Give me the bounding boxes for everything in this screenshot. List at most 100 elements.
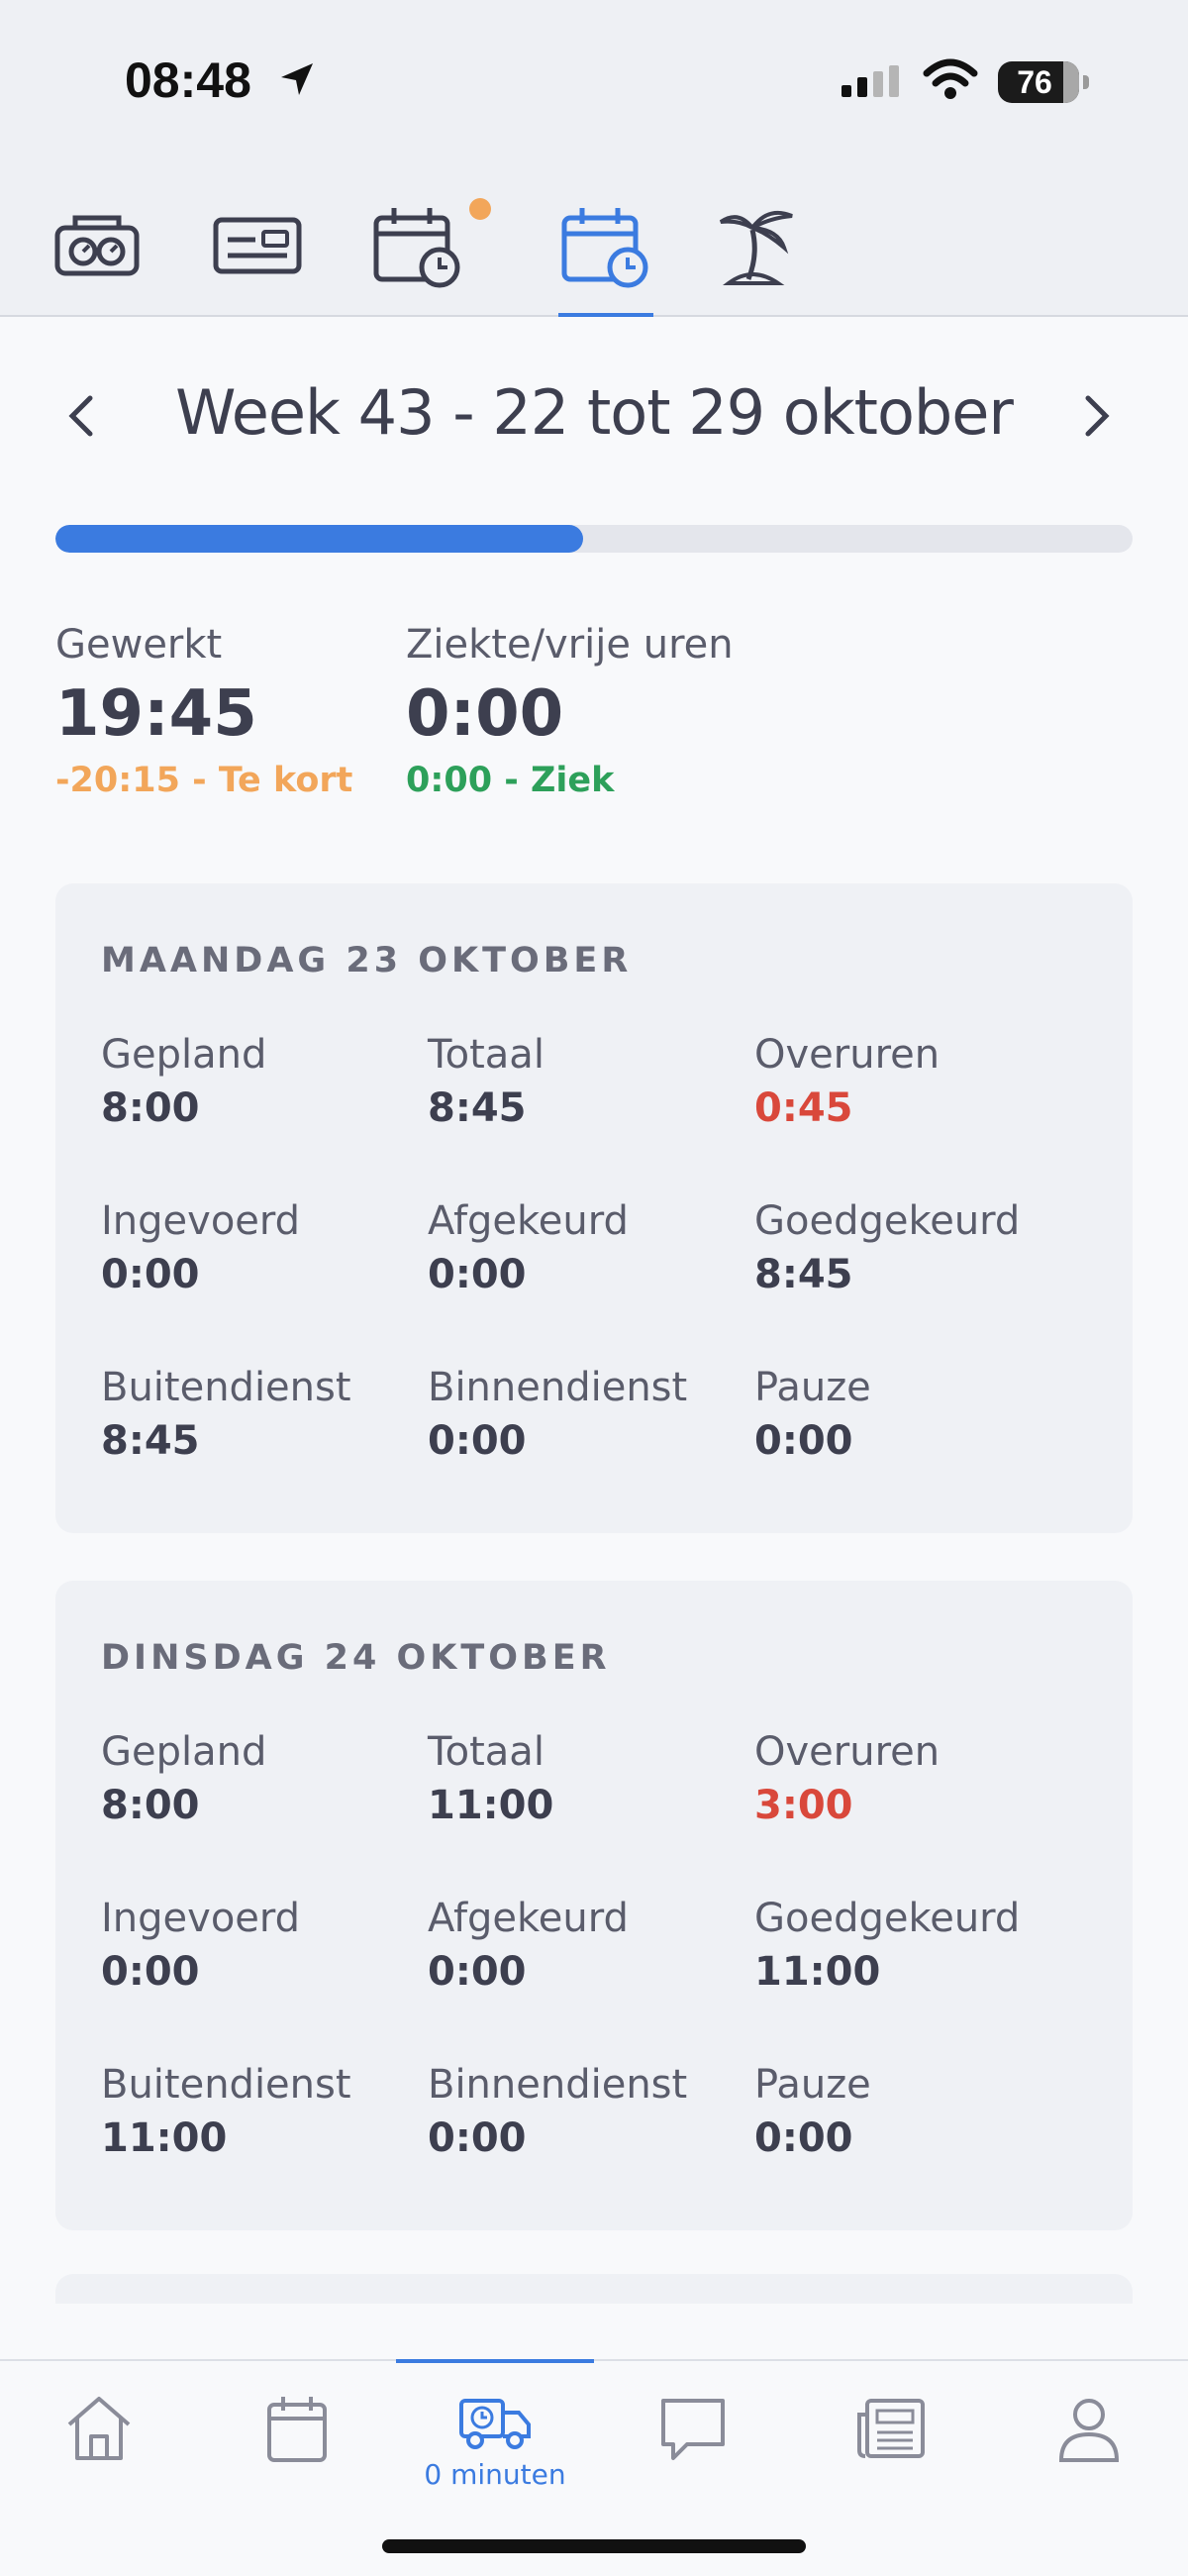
- day-stat-value: 0:00: [101, 1949, 200, 1995]
- day-stat-label: Totaal: [428, 1032, 544, 1078]
- day-stat-value: 8:00: [101, 1085, 200, 1131]
- day-stat: Ingevoerd 0:00: [101, 1896, 418, 1995]
- calendar-clock-icon: [373, 208, 460, 288]
- nav-calendar[interactable]: [238, 2391, 356, 2500]
- day-stat-value: 11:00: [428, 1783, 554, 1828]
- top-tab-bar: [0, 158, 1188, 317]
- nav-trips-label: 0 minuten: [424, 2458, 566, 2491]
- day-stat: Gepland 8:00: [101, 1032, 418, 1131]
- week-progress-fill: [55, 525, 584, 553]
- signal-icon: [842, 65, 899, 97]
- sick-label: Ziekte/vrije uren: [406, 622, 734, 668]
- battery-indicator: 76: [998, 61, 1089, 103]
- previous-week-button[interactable]: [51, 386, 111, 446]
- day-stat-label: Buitendienst: [101, 2062, 351, 2108]
- chevron-right-icon: [1085, 395, 1110, 437]
- day-stat-value: 11:00: [754, 1949, 881, 1995]
- next-week-button[interactable]: [1067, 386, 1127, 446]
- day-stat: Buitendienst 11:00: [101, 2062, 418, 2161]
- day-stat-value: 8:45: [101, 1418, 200, 1464]
- location-arrow-icon: [281, 63, 313, 95]
- notification-badge: [469, 198, 491, 220]
- sick-sub: 0:00 - Ziek: [406, 761, 615, 800]
- day-stat-label: Binnendienst: [428, 1365, 688, 1410]
- day-stat-value: 0:00: [101, 1252, 200, 1297]
- status-time: 08:48: [125, 52, 251, 108]
- bottom-nav-active-indicator: [396, 2359, 594, 2363]
- week-title: Week 43 - 22 tot 29 oktober: [175, 376, 1014, 449]
- day-stat: Totaal 8:45: [428, 1032, 744, 1131]
- day-card-partial: [55, 2274, 1133, 2304]
- day-stat-label: Goedgekeurd: [754, 1198, 1021, 1244]
- nav-home[interactable]: [40, 2391, 158, 2500]
- day-stat-label: Afgekeurd: [428, 1198, 629, 1244]
- tab-timeclock[interactable]: [50, 200, 145, 289]
- day-stat-value: 3:00: [754, 1783, 853, 1828]
- day-title: MAANDAG 23 OKTOBER: [101, 941, 633, 980]
- day-stat: Binnendienst 0:00: [428, 1365, 744, 1464]
- nav-news[interactable]: [832, 2391, 950, 2500]
- chat-icon: [661, 2399, 725, 2460]
- battery-level: 76: [1017, 64, 1052, 100]
- day-stat-label: Totaal: [428, 1729, 544, 1775]
- day-stat-label: Ingevoerd: [101, 1896, 301, 1941]
- day-stat: Gepland 8:00: [101, 1729, 418, 1828]
- day-title: DINSDAG 24 OKTOBER: [101, 1638, 611, 1678]
- day-stat: Goedgekeurd 8:45: [754, 1198, 1071, 1297]
- day-stat-value: 0:00: [428, 1418, 527, 1464]
- day-stat-label: Binnendienst: [428, 2062, 688, 2108]
- active-tab-indicator: [558, 313, 653, 317]
- summary-sick: Ziekte/vrije uren 0:00 0:00 - Ziek: [406, 622, 734, 800]
- news-icon: [857, 2399, 925, 2458]
- day-stat-label: Buitendienst: [101, 1365, 351, 1410]
- week-navigator: Week 43 - 22 tot 29 oktober: [0, 366, 1188, 465]
- day-stat: Afgekeurd 0:00: [428, 1896, 744, 1995]
- tab-card[interactable]: [210, 200, 305, 289]
- nav-chat[interactable]: [634, 2391, 752, 2500]
- day-stat: Binnendienst 0:00: [428, 2062, 744, 2161]
- tab-hours[interactable]: [558, 200, 653, 289]
- day-stat-value: 0:45: [754, 1085, 853, 1131]
- day-stat-label: Afgekeurd: [428, 1896, 629, 1941]
- worked-shortage: -20:15 - Te kort: [55, 761, 353, 800]
- status-bar: 08:48 76: [0, 0, 1188, 158]
- day-stat: Pauze 0:00: [754, 1365, 1071, 1464]
- day-stat-value: 0:00: [754, 2115, 853, 2161]
- day-stat: Afgekeurd 0:00: [428, 1198, 744, 1297]
- day-stat: Buitendienst 8:45: [101, 1365, 418, 1464]
- truck-clock-icon: [459, 2399, 531, 2449]
- day-stat-label: Overuren: [754, 1729, 940, 1775]
- day-stat-label: Pauze: [754, 1365, 871, 1410]
- day-card: DINSDAG 24 OKTOBER Gepland 8:00 Totaal 11:00…: [55, 1581, 1133, 2230]
- calendar-clock-icon: [561, 208, 648, 288]
- worked-value: 19:45: [55, 677, 257, 751]
- day-stat-value: 11:00: [101, 2115, 228, 2161]
- day-stat-value: 8:45: [754, 1252, 853, 1297]
- tab-schedule-notify[interactable]: [370, 200, 465, 289]
- time-clock-icon: [54, 215, 140, 276]
- day-stat: Totaal 11:00: [428, 1729, 744, 1828]
- home-icon: [67, 2397, 131, 2460]
- day-stat-value: 0:00: [754, 1418, 853, 1464]
- day-stat-value: 0:00: [428, 1949, 527, 1995]
- day-stat-label: Overuren: [754, 1032, 940, 1078]
- tab-vacation[interactable]: [709, 200, 804, 289]
- day-stat: Goedgekeurd 11:00: [754, 1896, 1071, 1995]
- day-stat-label: Goedgekeurd: [754, 1896, 1021, 1941]
- summary-worked: Gewerkt 19:45 -20:15 - Te kort: [55, 622, 352, 800]
- day-stat-label: Ingevoerd: [101, 1198, 301, 1244]
- day-stat-label: Pauze: [754, 2062, 871, 2108]
- day-stat: Ingevoerd 0:00: [101, 1198, 418, 1297]
- palm-tree-icon: [719, 211, 793, 285]
- home-indicator: [382, 2539, 806, 2553]
- day-stat-label: Gepland: [101, 1729, 267, 1775]
- wifi-icon: [923, 58, 978, 99]
- nav-trips[interactable]: 0 minuten: [424, 2391, 566, 2500]
- calendar-icon: [267, 2397, 327, 2462]
- nav-profile[interactable]: [1030, 2391, 1148, 2500]
- day-stat-value: 8:00: [101, 1783, 200, 1828]
- day-stat: Pauze 0:00: [754, 2062, 1071, 2161]
- week-progress-bar: [55, 525, 1133, 553]
- id-card-icon: [213, 217, 302, 274]
- sick-value: 0:00: [406, 677, 564, 751]
